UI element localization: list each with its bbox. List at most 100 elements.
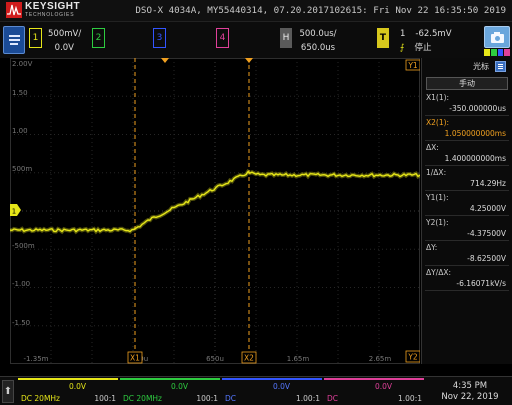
trigger-source: 1 [400, 29, 406, 39]
cursor-readout-label: ΔX: [426, 143, 439, 152]
channel-2-status-coupling: DC 20MHz [123, 394, 162, 403]
cursor-readout-item[interactable]: X1(1): -350.000000us [422, 92, 512, 114]
cursor-readout-item[interactable]: ΔX: 1.400000000ms [422, 142, 512, 164]
cursor-readout-value: -6.16071kV/s [456, 279, 506, 288]
channel-status-bar: ⬆ 0.0V DC 20MHz 100:1 0.0V DC 20MHz 100:… [0, 376, 512, 405]
brand-sub: TECHNOLOGIES [25, 12, 75, 18]
clock-date: Nov 22, 2019 [441, 392, 499, 402]
cursor-readout-label: 1/ΔX: [426, 168, 447, 177]
channel-4-button[interactable]: 4 [216, 28, 229, 48]
cursor-readout-value: 714.29Hz [470, 179, 506, 188]
channel-1-status-coupling: DC 20MHz [21, 394, 60, 403]
y-label-top: 2.00V [12, 60, 33, 68]
cursor-readout-item[interactable]: ΔY: -8.62500V [422, 242, 512, 264]
cursor-readout-item[interactable]: X2(1): 1.050000000ms [422, 117, 512, 139]
cursor-readout-item[interactable]: 1/ΔX: 714.29Hz [422, 167, 512, 189]
channel-1-status[interactable]: 0.0V DC 20MHz 100:1 [18, 378, 118, 405]
main-menu-button[interactable] [3, 26, 25, 54]
cursor-readout-value: -8.62500V [467, 254, 506, 263]
channel-1-status-volt: 0.0V [68, 382, 86, 391]
channel-1-button[interactable]: 1 [29, 28, 42, 48]
horizontal-delay: 650.0us [300, 43, 336, 53]
trigger-button[interactable]: T [377, 28, 389, 48]
cursor-readout-label: X1(1): [426, 93, 450, 102]
cursor-readout-item[interactable]: ΔY/ΔX: -6.16071kV/s [422, 267, 512, 289]
cursor-readout-item[interactable]: Y1(1): 4.25000V [422, 192, 512, 214]
channel-4-status-probe: 1.00:1 [398, 394, 422, 403]
cursor-y2-label: Y2 [407, 353, 418, 362]
x-label-4: 2.65m [369, 355, 392, 363]
cursor-panel: 光标 手动 X1(1): -350.000000us X2(1): 1.0500000… [421, 58, 512, 364]
horizontal-button[interactable]: H [280, 28, 292, 48]
cursor-readout-value: 1.400000000ms [444, 154, 506, 163]
cursor-readout-label: Y2(1): [426, 218, 449, 227]
channel-2-status-volt: 0.0V [170, 382, 188, 391]
cursor-readout-label: Y1(1): [426, 193, 449, 202]
cursor-readout-value: 4.25000V [469, 204, 506, 213]
graticule[interactable]: 2.00V 1.50 1.00 500m -500m -1.00 -1.50 -… [10, 58, 420, 364]
y-label-6: -1.50 [12, 319, 30, 327]
cursor-panel-title: 光标 [473, 62, 489, 71]
channel-3-status-coupling: DC [225, 394, 237, 403]
channel-2-button[interactable]: 2 [92, 28, 105, 48]
channel-1-marker-label: 1 [12, 208, 16, 216]
channel-4-status[interactable]: 0.0V DC 1.00:1 [324, 378, 424, 405]
x-label-2: 650u [206, 355, 224, 363]
cursor-y1-label: Y1 [407, 61, 418, 70]
trigger-edge-icon: ⨍ [400, 43, 405, 53]
y-label-2: 1.00 [12, 127, 28, 135]
channel-3-status-probe: 1.00:1 [296, 394, 320, 403]
channel-color-strip [484, 49, 510, 56]
keysight-logo: KEYSIGHT TECHNOLOGIES [6, 2, 80, 18]
cursor-y2-marker[interactable]: Y2 [405, 350, 420, 363]
trigger-settings[interactable]: 1 -62.5mV ⨍ 停止 [400, 27, 452, 55]
chevron-up-icon: ⬆ [3, 386, 13, 397]
screenshot-button[interactable] [484, 26, 510, 48]
channel-3-status-volt: 0.0V [272, 382, 290, 391]
clock: 4:35 PM Nov 22, 2019 [432, 381, 508, 403]
bottom-expand-button[interactable]: ⬆ [2, 380, 14, 403]
cursor-readout-list: X1(1): -350.000000us X2(1): 1.050000000ms ΔX… [422, 92, 512, 291]
cursor-readout-value: 1.050000000ms [444, 129, 506, 138]
channel-1-scale: 500mV/ [48, 29, 82, 39]
cursor-mode-button[interactable]: 手动 [426, 77, 508, 90]
channel-1-settings[interactable]: 500mV/ 0.0V [48, 27, 82, 55]
channel-2-status[interactable]: 0.0V DC 20MHz 100:1 [120, 378, 220, 405]
channel-2-status-probe: 100:1 [196, 394, 218, 403]
control-bar: 1 500mV/ 0.0V 2 3 4 H 500.0us/ 650.0us T… [0, 22, 512, 58]
clock-time: 4:35 PM [452, 381, 488, 391]
x-label-0: -1.35m [24, 355, 49, 363]
x-label-3: 1.65m [287, 355, 310, 363]
channel-3-button[interactable]: 3 [153, 28, 166, 48]
channel-1-offset: 0.0V [54, 43, 74, 53]
scope-info: DSO-X 4034A, MY55440314, 07.20.201710261… [135, 5, 506, 16]
brand-name: KEYSIGHT [25, 1, 81, 12]
channel-1-status-probe: 100:1 [94, 394, 116, 403]
cursor-readout-label: ΔY: [426, 243, 438, 252]
cursor-y1-marker[interactable]: Y1 [405, 59, 420, 71]
cursor-readout-value: -350.000000us [449, 104, 506, 113]
cursor-panel-header: 光标 [422, 58, 512, 75]
horizontal-settings[interactable]: 500.0us/ 650.0us [296, 27, 340, 55]
title-bar: KEYSIGHT TECHNOLOGIES DSO-X 4034A, MY554… [0, 0, 512, 22]
y-label-1: 1.50 [12, 89, 28, 97]
cursor-x1-marker[interactable]: X1 [127, 351, 143, 364]
cursor-readout-label: X2(1): [426, 118, 450, 127]
cursor-readout-value: -4.37500V [467, 229, 506, 238]
cursor-x1-label: X1 [130, 354, 140, 363]
menu-icon [8, 35, 20, 37]
trigger-level: -62.5mV [415, 29, 452, 39]
channel-4-status-volt: 0.0V [374, 382, 392, 391]
cursor-x2-marker[interactable]: X2 [241, 351, 257, 364]
channel-4-status-coupling: DC [327, 394, 339, 403]
y-label-5: -1.00 [12, 280, 30, 288]
y-label-3: 500m [12, 165, 32, 173]
panel-menu-icon[interactable] [495, 61, 506, 72]
waveform-display[interactable]: 2.00V 1.50 1.00 500m -500m -1.00 -1.50 -… [10, 58, 420, 364]
run-state: 停止 [414, 43, 432, 53]
cursor-x2-label: X2 [244, 354, 254, 363]
cursor-readout-item[interactable]: Y2(1): -4.37500V [422, 217, 512, 239]
y-label-4: -500m [12, 242, 35, 250]
timebase-scale: 500.0us/ [299, 29, 337, 39]
channel-3-status[interactable]: 0.0V DC 1.00:1 [222, 378, 322, 405]
